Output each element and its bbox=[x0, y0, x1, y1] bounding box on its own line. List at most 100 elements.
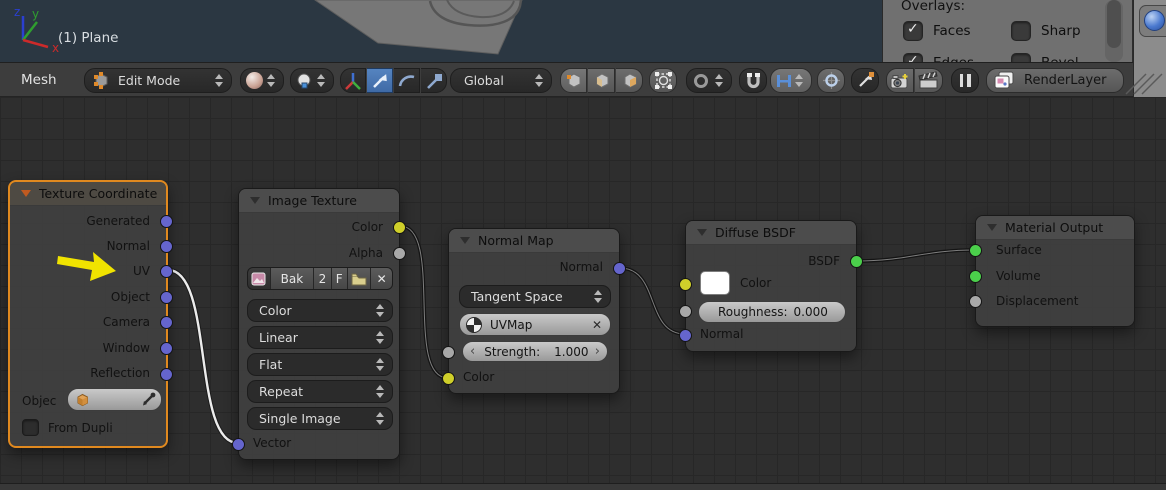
image-browse-button[interactable] bbox=[248, 268, 270, 289]
proportional-edit-dropdown[interactable] bbox=[686, 68, 732, 93]
socket-window[interactable] bbox=[160, 342, 173, 355]
socket-displacement-in[interactable] bbox=[969, 295, 982, 308]
open-image-button[interactable] bbox=[347, 268, 371, 289]
face-select-button[interactable] bbox=[616, 68, 643, 93]
socket-generated[interactable] bbox=[160, 215, 173, 228]
editor-type-button[interactable] bbox=[1139, 5, 1166, 37]
render-still-button[interactable] bbox=[886, 68, 914, 93]
uv-map-field[interactable]: UVMap ✕ bbox=[459, 313, 611, 336]
pivot-dropdown[interactable] bbox=[290, 68, 334, 93]
mesh-menu[interactable]: Mesh bbox=[21, 72, 57, 88]
snap-toggle-button[interactable] bbox=[739, 68, 767, 93]
image-users-button[interactable]: 2 bbox=[313, 268, 331, 289]
socket-surface-in[interactable] bbox=[969, 244, 982, 257]
socket-volume-in[interactable] bbox=[969, 270, 982, 283]
snap-element-dropdown[interactable] bbox=[770, 68, 812, 93]
slider-left-icon[interactable]: ‹ bbox=[470, 344, 475, 359]
render-animation-button[interactable] bbox=[915, 68, 943, 93]
orientation-dropdown[interactable]: Global bbox=[450, 68, 552, 93]
from-dupli-checkbox[interactable] bbox=[22, 419, 39, 436]
projection-dropdown[interactable]: Flat bbox=[247, 353, 393, 376]
input-vector-label: Vector bbox=[253, 436, 291, 450]
source-dropdown[interactable]: Single Image bbox=[247, 407, 393, 430]
socket-bsdf-out[interactable] bbox=[850, 255, 863, 268]
sharp-checkbox[interactable]: ✓ bbox=[1011, 21, 1031, 41]
socket-color-out[interactable] bbox=[393, 221, 406, 234]
limit-to-visible-button[interactable] bbox=[649, 68, 677, 93]
roughness-slider[interactable]: Roughness: 0.000 bbox=[698, 301, 846, 323]
bevel-checkbox[interactable]: ✓ bbox=[1011, 53, 1031, 62]
output-normal-label: Normal bbox=[107, 239, 150, 253]
faces-checkbox[interactable]: ✓ bbox=[903, 21, 923, 41]
node-header[interactable]: Material Output bbox=[976, 216, 1134, 240]
socket-color-in[interactable] bbox=[442, 372, 455, 385]
node-diffuse-bsdf[interactable]: Diffuse BSDF BSDF Color Roughness: 0.000… bbox=[685, 220, 857, 352]
socket-normal-in[interactable] bbox=[679, 329, 692, 342]
interpolation-dropdown[interactable]: Linear bbox=[247, 326, 393, 349]
node-texture-coordinate[interactable]: Texture Coordinate Generated Normal UV O… bbox=[8, 180, 168, 448]
collapse-triangle-icon[interactable] bbox=[987, 224, 997, 231]
socket-roughness-in[interactable] bbox=[679, 305, 692, 318]
manipulator-toggle-button[interactable] bbox=[340, 68, 366, 93]
render-layer-selector[interactable]: RenderLayer bbox=[986, 68, 1124, 93]
eyedropper-icon[interactable] bbox=[141, 392, 156, 408]
image-name-field[interactable]: Bak bbox=[270, 268, 313, 289]
node-header[interactable]: Texture Coordinate bbox=[10, 182, 166, 206]
3d-viewport[interactable]: z y x (1) Plane bbox=[0, 0, 882, 62]
fake-user-button[interactable]: F bbox=[331, 268, 347, 289]
socket-object[interactable] bbox=[160, 291, 173, 304]
snap-target-button[interactable] bbox=[817, 68, 845, 93]
node-header[interactable]: Normal Map bbox=[449, 229, 619, 253]
output-generated-label: Generated bbox=[86, 214, 150, 228]
color-swatch[interactable] bbox=[700, 271, 730, 295]
node-image-texture[interactable]: Image Texture Color Alpha Bak 2 F ✕ bbox=[238, 188, 400, 460]
input-color-label: Color bbox=[463, 370, 494, 384]
socket-vector-in[interactable] bbox=[232, 438, 245, 451]
object-picker-field[interactable] bbox=[67, 388, 162, 411]
socket-normal[interactable] bbox=[160, 240, 173, 253]
strength-slider[interactable]: ‹ Strength: 1.000 › bbox=[462, 341, 608, 362]
input-volume-label: Volume bbox=[996, 269, 1041, 283]
node-title: Diffuse BSDF bbox=[715, 225, 796, 240]
node-header[interactable]: Image Texture bbox=[239, 189, 399, 213]
pause-icon bbox=[967, 74, 971, 87]
collapse-triangle-icon[interactable] bbox=[21, 190, 31, 197]
scale-manipulator-button[interactable] bbox=[421, 68, 447, 93]
updown-icon bbox=[375, 384, 385, 399]
socket-strength-in[interactable] bbox=[442, 346, 455, 359]
collapse-triangle-icon[interactable] bbox=[697, 229, 707, 236]
render-layer-label: RenderLayer bbox=[1024, 73, 1107, 88]
translate-manipulator-button[interactable] bbox=[367, 68, 393, 93]
shading-dropdown[interactable] bbox=[240, 68, 284, 93]
socket-normal-out[interactable] bbox=[613, 262, 626, 275]
node-normal-map[interactable]: Normal Map Normal Tangent Space UVMap ✕ … bbox=[448, 228, 620, 394]
proportional-snap-button[interactable] bbox=[851, 68, 879, 93]
rotate-manipulator-button[interactable] bbox=[394, 68, 420, 93]
mode-dropdown[interactable]: Edit Mode bbox=[84, 68, 232, 93]
color-space-dropdown[interactable]: Color bbox=[247, 299, 393, 322]
vertex-select-button[interactable] bbox=[560, 68, 587, 93]
pause-button[interactable] bbox=[951, 68, 979, 93]
close-icon[interactable]: ✕ bbox=[592, 318, 602, 332]
unlink-image-button[interactable]: ✕ bbox=[370, 268, 392, 289]
scale-arrow-icon bbox=[424, 71, 444, 91]
node-header[interactable]: Diffuse BSDF bbox=[686, 221, 856, 245]
extension-dropdown[interactable]: Repeat bbox=[247, 380, 393, 403]
edges-checkbox[interactable]: ✓ bbox=[903, 53, 923, 62]
corner-resize-grip[interactable] bbox=[1120, 72, 1166, 97]
node-material-output[interactable]: Material Output Surface Volume Displacem… bbox=[975, 215, 1135, 327]
faces-label: Faces bbox=[933, 23, 971, 39]
slider-right-icon[interactable]: › bbox=[595, 344, 600, 359]
scrollbar-thumb[interactable] bbox=[1107, 0, 1121, 48]
collapse-triangle-icon[interactable] bbox=[460, 237, 470, 244]
socket-uv[interactable] bbox=[160, 265, 173, 278]
socket-color-in[interactable] bbox=[679, 278, 692, 291]
collapse-triangle-icon[interactable] bbox=[250, 197, 260, 204]
socket-reflection[interactable] bbox=[160, 368, 173, 381]
proportional-circle-icon bbox=[692, 72, 710, 90]
edge-select-button[interactable] bbox=[588, 68, 615, 93]
socket-alpha-out[interactable] bbox=[393, 247, 406, 260]
space-dropdown[interactable]: Tangent Space bbox=[459, 285, 611, 308]
overlays-scrollbar[interactable] bbox=[1105, 0, 1123, 62]
socket-camera[interactable] bbox=[160, 316, 173, 329]
